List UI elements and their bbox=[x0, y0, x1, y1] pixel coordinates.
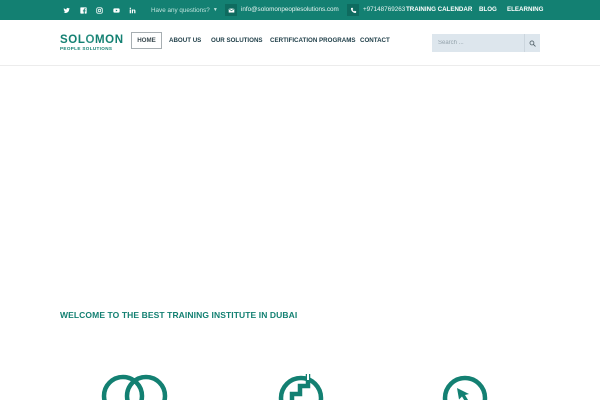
facebook-icon[interactable] bbox=[77, 4, 89, 16]
logo-tagline: PEOPLE SOLUTIONS bbox=[60, 46, 113, 51]
phone-icon bbox=[347, 4, 359, 16]
search-icon bbox=[529, 40, 536, 47]
linkedin-icon[interactable] bbox=[126, 4, 138, 16]
growth-steps-icon bbox=[272, 370, 332, 400]
questions-dropdown[interactable]: Have any questions? ▼ bbox=[151, 0, 218, 20]
linked-circles-icon bbox=[100, 368, 170, 400]
email-link[interactable]: info@solomonpeoplesolutions.com bbox=[241, 0, 339, 20]
top-bar: Have any questions? ▼ info@solomonpeoples… bbox=[0, 0, 600, 20]
welcome-heading: WELCOME TO THE BEST TRAINING INSTITUTE I… bbox=[60, 310, 298, 320]
youtube-icon[interactable] bbox=[110, 4, 122, 16]
nav-contact[interactable]: CONTACT bbox=[360, 33, 390, 49]
twitter-icon[interactable] bbox=[60, 4, 72, 16]
logo-text-right: MON bbox=[95, 34, 124, 46]
hero-slider bbox=[0, 67, 600, 292]
search-button[interactable] bbox=[524, 34, 540, 52]
main-header: SOLOMON PEOPLE SOLUTIONS HOME ABOUT US O… bbox=[0, 20, 600, 66]
target-arrow-icon bbox=[438, 374, 494, 400]
envelope-icon bbox=[225, 4, 237, 16]
instagram-icon[interactable] bbox=[93, 4, 105, 16]
logo[interactable]: SOLOMON PEOPLE SOLUTIONS bbox=[60, 33, 123, 55]
phone-number[interactable]: +97148769263 bbox=[363, 0, 405, 20]
questions-label: Have any questions? bbox=[151, 7, 210, 14]
nav-about-us[interactable]: ABOUT US bbox=[169, 33, 201, 49]
elearning-link[interactable]: ELEARNING bbox=[507, 0, 543, 20]
nav-certification-programs[interactable]: CERTIFICATION PROGRAMS bbox=[270, 33, 355, 49]
search-input[interactable] bbox=[432, 34, 524, 52]
training-calendar-link[interactable]: TRAINING CALENDAR bbox=[406, 0, 472, 20]
nav-home[interactable]: HOME bbox=[131, 32, 162, 49]
caret-down-icon: ▼ bbox=[212, 7, 218, 13]
blog-link[interactable]: BLOG bbox=[479, 0, 497, 20]
search-bar bbox=[432, 34, 540, 52]
logo-text-o: O bbox=[85, 34, 95, 46]
logo-text-left: SOL bbox=[60, 34, 86, 46]
nav-our-solutions[interactable]: OUR SOLUTIONS bbox=[211, 33, 263, 49]
